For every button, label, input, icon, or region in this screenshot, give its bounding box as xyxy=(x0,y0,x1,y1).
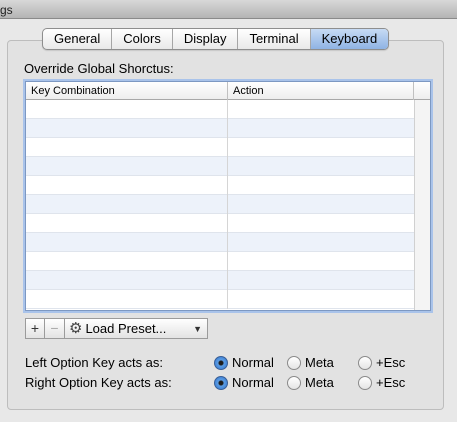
table-row[interactable] xyxy=(26,176,414,195)
column-divider xyxy=(227,100,228,119)
radio-label: Meta xyxy=(305,355,334,370)
column-divider xyxy=(227,138,228,157)
column-divider xyxy=(227,290,228,309)
radio-unselected-icon xyxy=(358,355,372,370)
table-row[interactable] xyxy=(26,233,414,252)
load-preset-label: Load Preset... xyxy=(85,321,167,336)
table-header: Key Combination Action xyxy=(26,82,430,100)
tab-general[interactable]: General xyxy=(43,29,113,49)
tab-bar: General Colors Display Terminal Keyboard xyxy=(42,28,390,50)
column-header-action[interactable]: Action xyxy=(228,82,414,100)
shortcuts-table[interactable]: Key Combination Action xyxy=(25,81,431,311)
load-preset-popup[interactable]: ⚙ Load Preset... ▼ xyxy=(65,318,208,339)
radio-selected-icon xyxy=(214,375,228,390)
radio-label: Normal xyxy=(232,355,274,370)
table-row[interactable] xyxy=(26,252,414,271)
table-row[interactable] xyxy=(26,119,414,138)
left-option-normal-radio[interactable]: Normal xyxy=(214,355,274,370)
column-header-key-combination[interactable]: Key Combination xyxy=(26,82,228,100)
left-option-esc-radio[interactable]: +Esc xyxy=(358,355,405,370)
column-divider xyxy=(227,214,228,233)
radio-label: Meta xyxy=(305,375,334,390)
tab-colors[interactable]: Colors xyxy=(112,29,173,49)
table-row[interactable] xyxy=(26,138,414,157)
right-option-label: Right Option Key acts as: xyxy=(25,375,172,390)
title-bar: gs xyxy=(0,0,457,19)
radio-unselected-icon xyxy=(287,355,301,370)
radio-label: +Esc xyxy=(376,355,406,370)
column-divider xyxy=(227,157,228,176)
table-row[interactable] xyxy=(26,195,414,214)
left-option-meta-radio[interactable]: Meta xyxy=(287,355,334,370)
gear-icon: ⚙ xyxy=(69,320,83,337)
column-divider xyxy=(227,195,228,214)
column-divider xyxy=(227,233,228,252)
column-divider xyxy=(227,252,228,271)
add-button[interactable]: + xyxy=(25,318,45,339)
table-row[interactable] xyxy=(26,290,414,309)
left-option-label: Left Option Key acts as: xyxy=(25,355,164,370)
right-option-normal-radio[interactable]: Normal xyxy=(214,375,274,390)
column-divider xyxy=(227,176,228,195)
radio-label: +Esc xyxy=(376,375,406,390)
table-row[interactable] xyxy=(26,100,414,119)
tab-keyboard[interactable]: Keyboard xyxy=(310,29,389,49)
radio-label: Normal xyxy=(232,375,274,390)
table-scrollbar[interactable] xyxy=(414,100,430,310)
section-label: Override Global Shorctus: xyxy=(24,61,174,76)
table-row[interactable] xyxy=(26,271,414,290)
table-row[interactable] xyxy=(26,214,414,233)
table-row[interactable] xyxy=(26,157,414,176)
column-divider xyxy=(227,271,228,290)
right-option-esc-radio[interactable]: +Esc xyxy=(358,375,405,390)
remove-button[interactable]: − xyxy=(45,318,65,339)
window-title: gs xyxy=(0,3,13,17)
column-divider xyxy=(227,119,228,138)
radio-unselected-icon xyxy=(358,375,372,390)
radio-selected-icon xyxy=(214,355,228,370)
tab-display[interactable]: Display xyxy=(173,29,239,49)
table-body xyxy=(26,100,414,309)
tab-terminal[interactable]: Terminal xyxy=(238,29,311,49)
right-option-meta-radio[interactable]: Meta xyxy=(287,375,334,390)
table-toolbar: + − ⚙ Load Preset... ▼ xyxy=(25,318,208,339)
radio-unselected-icon xyxy=(287,375,301,390)
triangle-down-icon: ▼ xyxy=(193,324,202,334)
